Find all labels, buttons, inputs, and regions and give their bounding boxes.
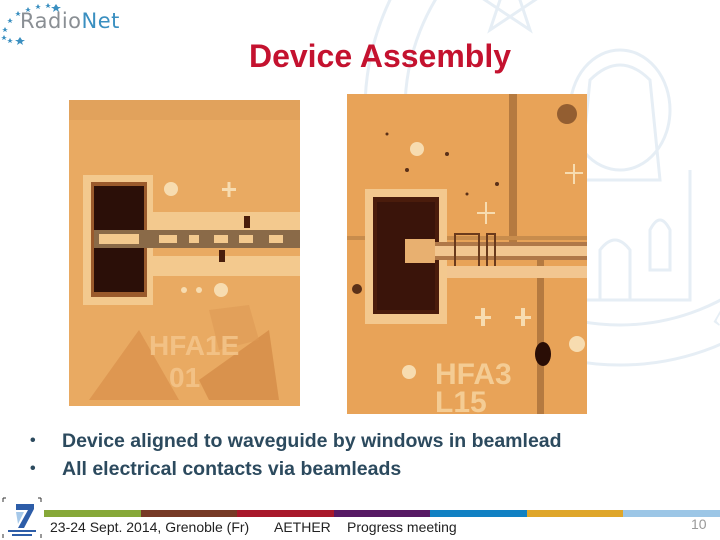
svg-text:L15: L15 xyxy=(435,386,487,414)
logo-text-net: Net xyxy=(81,9,120,33)
color-segment xyxy=(526,510,624,517)
svg-text:01: 01 xyxy=(169,362,200,393)
svg-text:IDUL: IDUL xyxy=(706,246,720,338)
svg-text:HFA1E: HFA1E xyxy=(149,330,239,361)
logo-text: RadioNet xyxy=(20,9,120,33)
micrograph-device-right: HFA3 L15 xyxy=(347,94,587,414)
page-number: 10 xyxy=(691,516,707,532)
bullet-glyph: • xyxy=(30,460,36,477)
footer-meeting: Progress meeting xyxy=(347,519,457,535)
footer-project: AETHER xyxy=(274,519,331,535)
bullet-text: All electrical contacts via beamleads xyxy=(62,458,402,480)
color-segment xyxy=(140,510,238,517)
fp7-logo-icon xyxy=(2,497,42,538)
footer-color-bar xyxy=(44,510,720,517)
bullet-item: • All electrical contacts via beamleads xyxy=(30,455,562,483)
micrograph-device-left: HFA1E 01 xyxy=(69,100,300,406)
color-segment xyxy=(430,510,527,517)
bullet-item: • Device aligned to waveguide by windows… xyxy=(30,427,562,455)
color-segment xyxy=(333,510,431,517)
bullet-glyph: • xyxy=(30,432,36,449)
color-segment xyxy=(237,510,334,517)
color-segment xyxy=(44,510,141,517)
footer-date-location: 23-24 Sept. 2014, Grenoble (Fr) xyxy=(50,519,250,535)
logo-text-radio: Radio xyxy=(20,9,82,33)
slide-title: Device Assembly xyxy=(248,38,512,74)
bullet-list: • Device aligned to waveguide by windows… xyxy=(30,427,562,483)
bullet-text: Device aligned to waveguide by windows i… xyxy=(62,430,562,452)
